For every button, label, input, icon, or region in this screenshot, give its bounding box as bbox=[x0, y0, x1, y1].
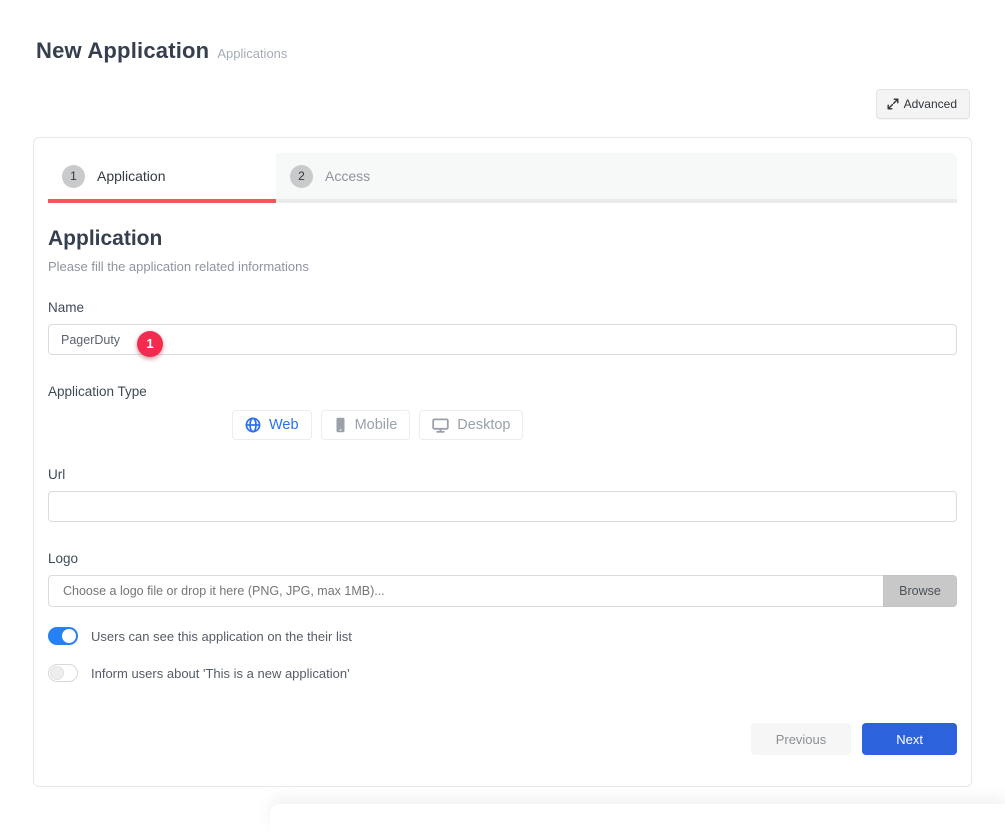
previous-button[interactable]: Previous bbox=[751, 723, 852, 755]
next-button[interactable]: Next bbox=[862, 723, 957, 755]
annotation-badge-1: 1 bbox=[137, 331, 163, 357]
toggle-row-inform: Inform users about 'This is a new applic… bbox=[48, 664, 957, 682]
tab-application-label: Application bbox=[97, 168, 166, 184]
breadcrumb[interactable]: Applications bbox=[217, 46, 287, 61]
wizard-card: 1 Application 2 Access Application Pleas… bbox=[33, 137, 972, 787]
tab-access[interactable]: 2 Access bbox=[276, 153, 384, 199]
tab-access-label: Access bbox=[325, 168, 370, 184]
bottom-sheet-edge bbox=[270, 804, 1005, 834]
inform-toggle-label: Inform users about 'This is a new applic… bbox=[91, 666, 350, 681]
globe-icon bbox=[245, 417, 261, 433]
toggle-row-visibility: Users can see this application on the th… bbox=[48, 627, 957, 645]
advanced-button-label: Advanced bbox=[904, 97, 957, 111]
url-input[interactable] bbox=[48, 491, 957, 522]
tabbar-rest: 2 Access bbox=[276, 153, 957, 203]
type-option-mobile-label: Mobile bbox=[355, 417, 398, 433]
browse-button[interactable]: Browse bbox=[883, 575, 957, 607]
mobile-icon bbox=[334, 417, 347, 433]
expand-arrows-icon bbox=[887, 98, 899, 110]
application-type-group: Web Mobile bbox=[232, 410, 957, 440]
application-type-label: Application Type bbox=[48, 384, 957, 399]
form-actions: Previous Next bbox=[751, 723, 957, 755]
toggle-knob bbox=[50, 666, 64, 680]
logo-label: Logo bbox=[48, 551, 957, 566]
name-field-row: 1 bbox=[48, 324, 957, 355]
type-option-desktop-label: Desktop bbox=[457, 417, 510, 433]
visibility-toggle[interactable] bbox=[48, 627, 78, 645]
page-header: New Application Applications bbox=[36, 38, 287, 64]
section-subtitle: Please fill the application related info… bbox=[48, 259, 957, 274]
logo-file-group: Browse bbox=[48, 575, 957, 607]
visibility-toggle-label: Users can see this application on the th… bbox=[91, 629, 352, 644]
logo-file-input[interactable] bbox=[48, 575, 883, 607]
type-option-mobile[interactable]: Mobile bbox=[321, 410, 411, 440]
tab-application[interactable]: 1 Application bbox=[48, 153, 276, 203]
desktop-icon bbox=[432, 418, 449, 433]
new-application-page: New Application Applications Advanced 1 … bbox=[0, 0, 1005, 814]
url-label: Url bbox=[48, 467, 957, 482]
toggle-knob bbox=[62, 629, 76, 643]
page-title: New Application bbox=[36, 38, 209, 64]
wizard-tabbar: 1 Application 2 Access bbox=[48, 153, 957, 203]
name-input[interactable] bbox=[48, 324, 957, 355]
section-title: Application bbox=[48, 227, 957, 251]
tab-access-number: 2 bbox=[290, 165, 313, 188]
advanced-button[interactable]: Advanced bbox=[876, 89, 970, 119]
type-option-web-label: Web bbox=[269, 417, 299, 433]
type-option-desktop[interactable]: Desktop bbox=[419, 410, 523, 440]
inform-toggle[interactable] bbox=[48, 664, 78, 682]
name-label: Name bbox=[48, 300, 957, 315]
tab-application-number: 1 bbox=[62, 165, 85, 188]
type-option-web[interactable]: Web bbox=[232, 410, 312, 440]
